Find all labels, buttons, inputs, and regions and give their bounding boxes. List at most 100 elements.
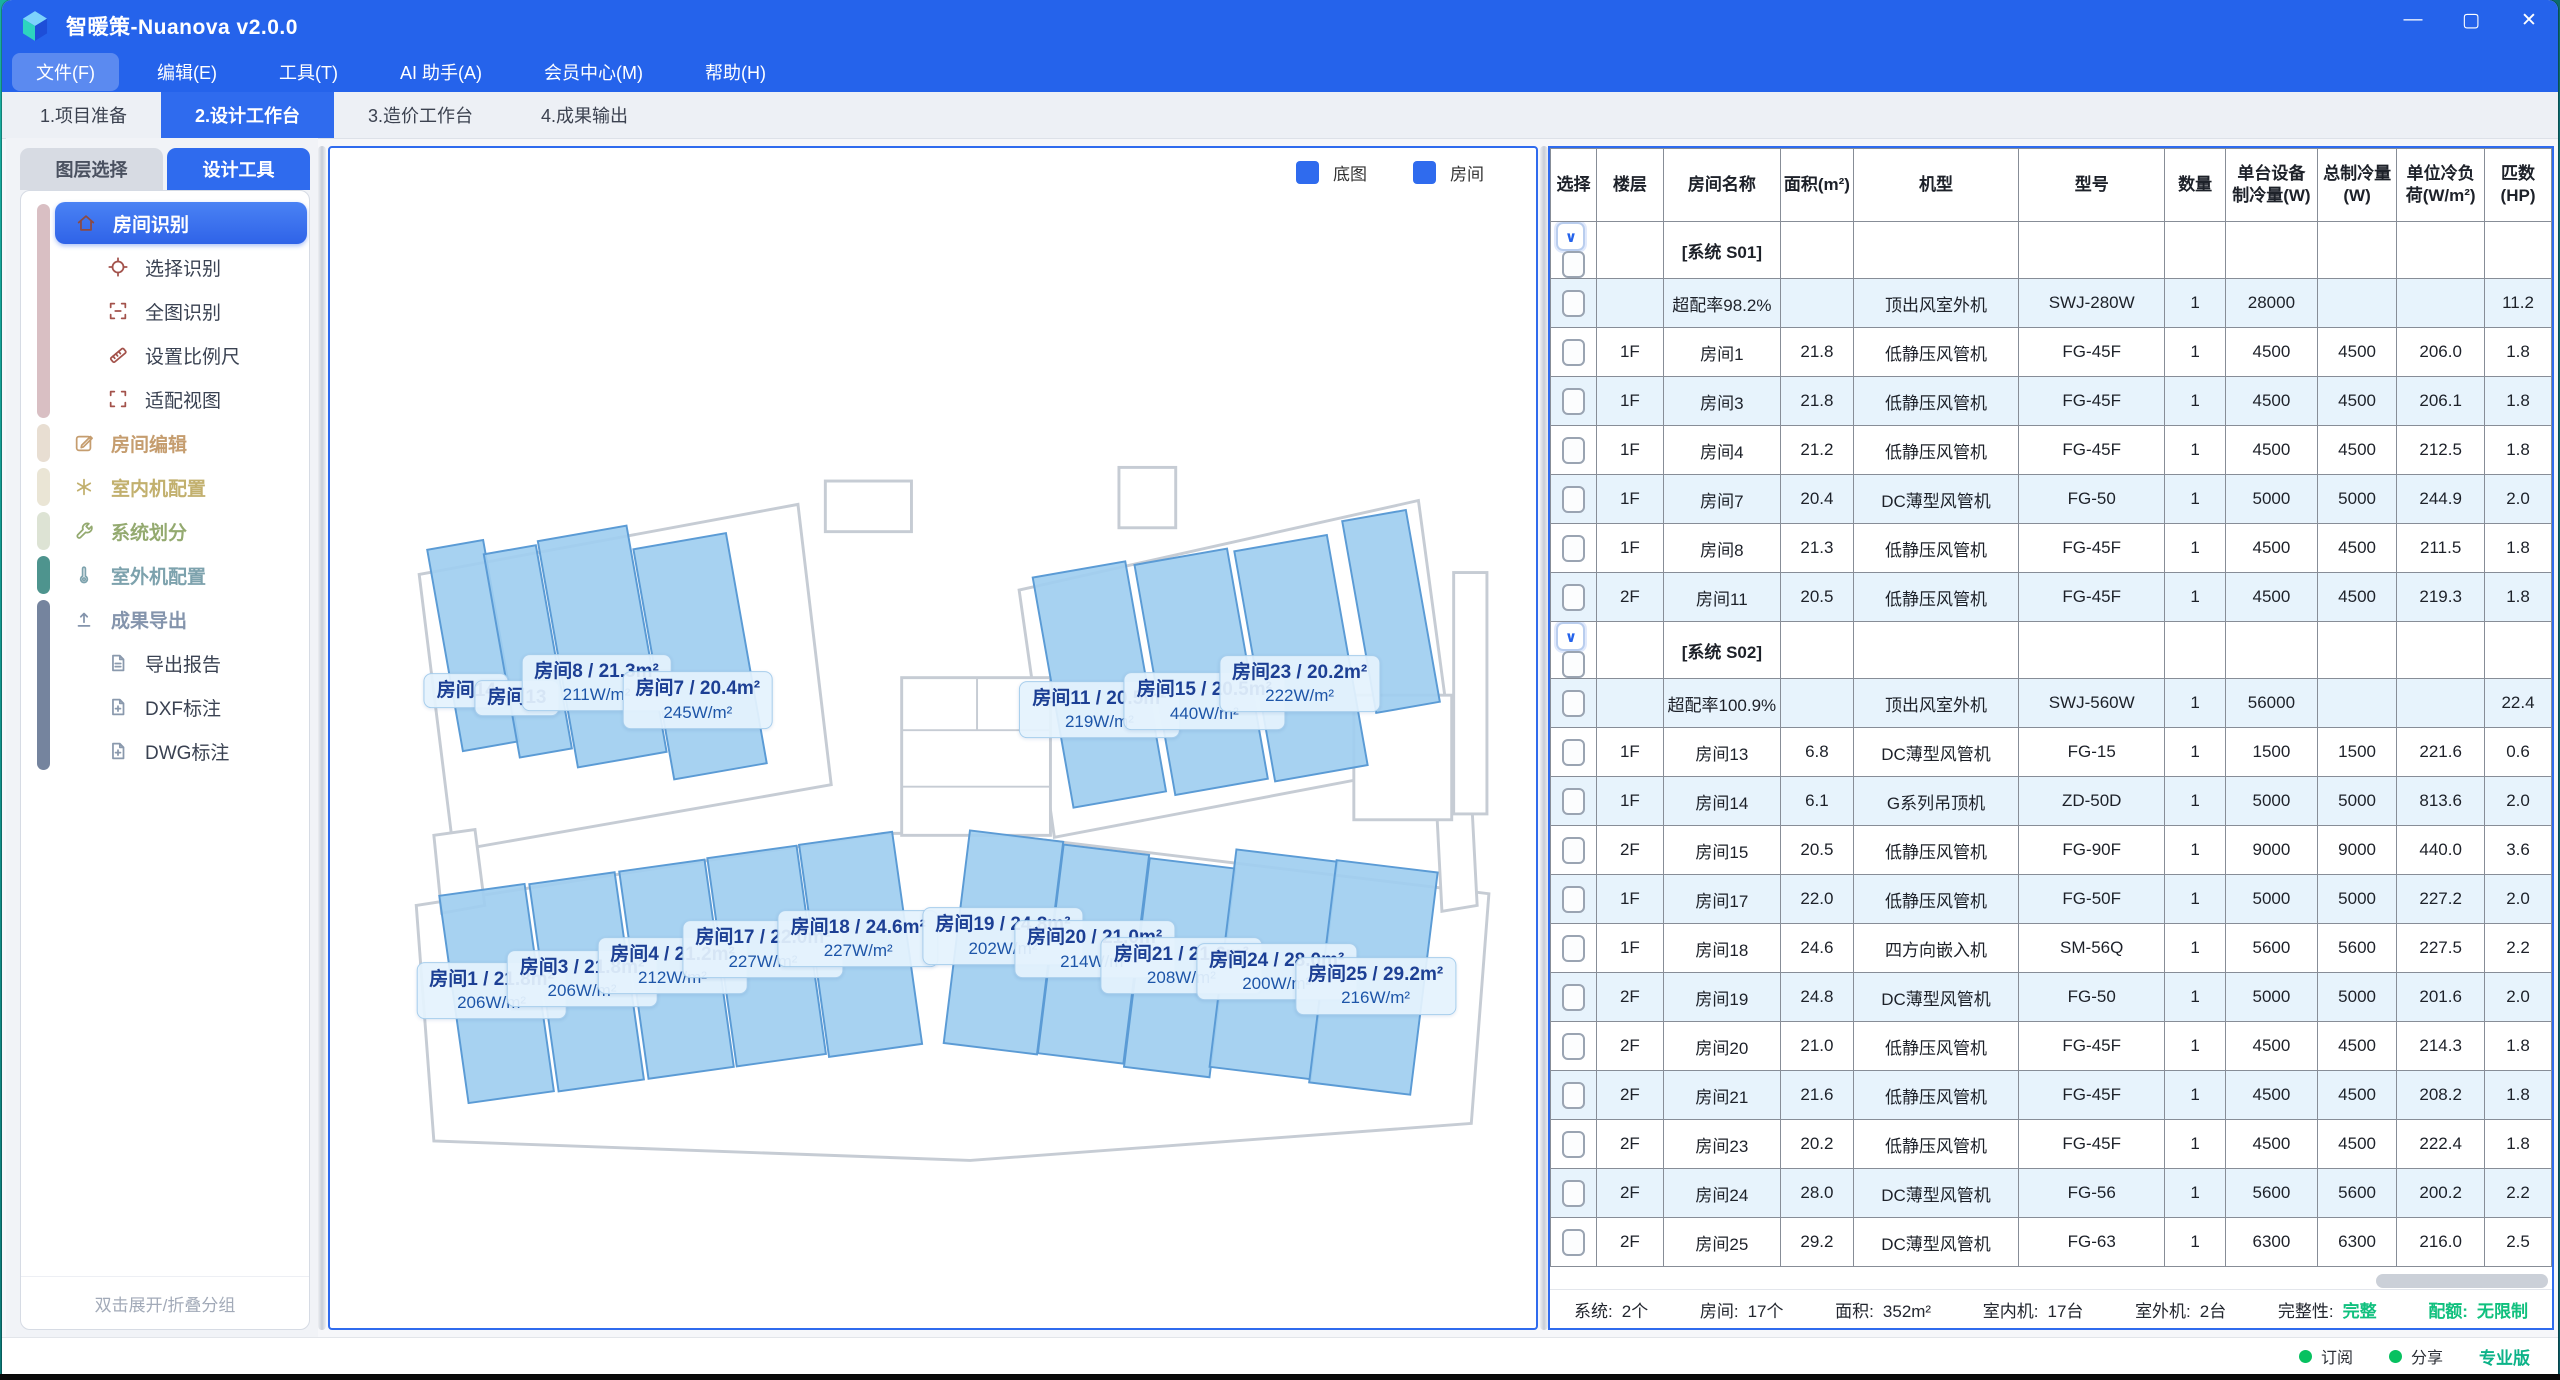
- cell-total: 6300: [2317, 1218, 2396, 1267]
- column-header-5: 机型: [1853, 149, 2018, 222]
- room-label-7[interactable]: 房间23 / 20.2m²222W/m²: [1219, 655, 1380, 713]
- cell-floor: [1596, 279, 1663, 328]
- row-checkbox[interactable]: [1562, 290, 1585, 317]
- cell-total: 5600: [2317, 924, 2396, 973]
- maximize-button[interactable]: ▢: [2442, 0, 2500, 40]
- row-checkbox[interactable]: [1562, 584, 1585, 611]
- cell-area: [1780, 279, 1853, 328]
- tool-item-5[interactable]: 适配视图: [21, 377, 309, 421]
- menu-item-2[interactable]: 编辑(E): [133, 53, 241, 91]
- cell-name: 房间13: [1663, 728, 1780, 777]
- summary-value: 2台: [2200, 1302, 2226, 1321]
- menu-item-4[interactable]: AI 助手(A): [376, 53, 506, 91]
- tool-label: 适配视图: [145, 386, 221, 413]
- tool-item-8[interactable]: 系统划分: [21, 509, 309, 553]
- splitter-right[interactable]: [1540, 146, 1548, 1330]
- row-checkbox[interactable]: [1562, 1033, 1585, 1060]
- tool-item-13[interactable]: DWG标注: [21, 729, 309, 773]
- equipment-row: 2F房间1120.5低静压风管机FG-45F145004500219.31.8: [1551, 573, 2552, 622]
- equipment-row: 2F房间2121.6低静压风管机FG-45F145004500208.21.8: [1551, 1071, 2552, 1120]
- row-checkbox[interactable]: [1562, 251, 1585, 278]
- select-cell: [1551, 1071, 1597, 1120]
- menu-item-3[interactable]: 工具(T): [255, 53, 362, 91]
- tool-item-4[interactable]: 设置比例尺: [21, 333, 309, 377]
- row-checkbox[interactable]: [1562, 651, 1585, 678]
- room-label-4[interactable]: 房间7 / 20.4m²245W/m²: [623, 671, 774, 729]
- row-checkbox[interactable]: [1562, 788, 1585, 815]
- workflow-tab-1[interactable]: 1.项目准备: [6, 92, 161, 138]
- room-load: 216W/m²: [1308, 988, 1443, 1010]
- menu-item-1[interactable]: 文件(F): [12, 53, 119, 91]
- row-checkbox[interactable]: [1562, 388, 1585, 415]
- close-button[interactable]: ✕: [2500, 0, 2558, 40]
- row-checkbox[interactable]: [1562, 1131, 1585, 1158]
- cell-total: 5000: [2317, 875, 2396, 924]
- tool-item-10[interactable]: 成果导出: [21, 597, 309, 641]
- tool-label: 全图识别: [145, 298, 221, 325]
- sidebar-tab-1[interactable]: 图层选择: [20, 148, 163, 190]
- row-checkbox[interactable]: [1562, 1229, 1585, 1256]
- room-label-12[interactable]: 房间18 / 24.6m²227W/m²: [778, 910, 939, 968]
- cell-unit: 4500: [2225, 1022, 2317, 1071]
- summary-item-3: 面积:352m²: [1835, 1297, 1931, 1322]
- taskbar-edge: [0, 1374, 2560, 1380]
- row-checkbox[interactable]: [1562, 690, 1585, 717]
- workflow-tab-3[interactable]: 3.造价工作台: [334, 92, 507, 138]
- tool-item-11[interactable]: 导出报告: [21, 641, 309, 685]
- tool-item-2[interactable]: 选择识别: [21, 245, 309, 289]
- menu-item-6[interactable]: 帮助(H): [681, 53, 790, 91]
- row-checkbox[interactable]: [1562, 886, 1585, 913]
- workflow-tabs: 1.项目准备2.设计工作台3.造价工作台4.成果输出: [2, 92, 2558, 139]
- cell-name: 房间15: [1663, 826, 1780, 875]
- tool-item-1[interactable]: 房间识别: [21, 201, 309, 245]
- drawing-canvas[interactable]: 房间14房间13房间8 / 21.3m²211W/m²房间7 / 20.4m²2…: [328, 146, 1538, 1330]
- legend-item-basemap[interactable]: 底图: [1296, 160, 1367, 185]
- row-checkbox[interactable]: [1562, 935, 1585, 962]
- minimize-button[interactable]: —: [2384, 0, 2442, 40]
- collapse-chevron-icon[interactable]: ∨: [1556, 622, 1585, 651]
- room-label-17[interactable]: 房间25 / 29.2m²216W/m²: [1295, 957, 1456, 1015]
- tool-item-3[interactable]: 全图识别: [21, 289, 309, 333]
- room-load: 222W/m²: [1232, 685, 1367, 707]
- cell-hp: 1.8: [2485, 1120, 2552, 1169]
- sidebar-tab-2[interactable]: 设计工具: [167, 148, 310, 190]
- row-checkbox[interactable]: [1562, 837, 1585, 864]
- cell-model: FG-90F: [2019, 826, 2165, 875]
- summary-bar: 系统:2个房间:17个面积:352m²室内机:17台室外机:2台完整性:完整配额…: [1550, 1289, 2552, 1328]
- legend-label: 房间: [1450, 160, 1484, 185]
- cell-model: SWJ-280W: [2019, 279, 2165, 328]
- cell-machine: 低静压风管机: [1853, 1120, 2018, 1169]
- tool-item-9[interactable]: 室外机配置: [21, 553, 309, 597]
- table-hscrollbar[interactable]: [2376, 1274, 2548, 1288]
- collapse-chevron-icon[interactable]: ∨: [1556, 222, 1585, 251]
- row-checkbox[interactable]: [1562, 339, 1585, 366]
- statusbar-subscribe[interactable]: 订阅: [2299, 1344, 2353, 1368]
- room-name: 房间18 / 24.6m²: [791, 915, 926, 941]
- menu-item-5[interactable]: 会员中心(M): [520, 53, 667, 91]
- row-checkbox[interactable]: [1562, 486, 1585, 513]
- equipment-row: 1F房间720.4DC薄型风管机FG-50150005000244.92.0: [1551, 475, 2552, 524]
- legend-item-room[interactable]: 房间: [1413, 160, 1484, 185]
- tool-item-12[interactable]: DXF标注: [21, 685, 309, 729]
- cell-qty: 1: [2165, 426, 2226, 475]
- row-checkbox[interactable]: [1562, 437, 1585, 464]
- tool-label: DWG标注: [145, 738, 229, 765]
- statusbar-share[interactable]: 分享: [2389, 1344, 2443, 1368]
- workflow-tab-4[interactable]: 4.成果输出: [507, 92, 662, 138]
- select-cell: [1551, 728, 1597, 777]
- row-checkbox[interactable]: [1562, 739, 1585, 766]
- tool-item-7[interactable]: 室内机配置: [21, 465, 309, 509]
- window-controls: —▢✕: [2384, 0, 2558, 52]
- cell-area: 6.1: [1780, 777, 1853, 826]
- statusbar-label: 分享: [2411, 1344, 2443, 1368]
- row-checkbox[interactable]: [1562, 535, 1585, 562]
- row-checkbox[interactable]: [1562, 1082, 1585, 1109]
- equipment-panel: 选择楼层房间名称面积(m²)机型型号数量单台设备制冷量(W)总制冷量(W)单位冷…: [1548, 146, 2554, 1330]
- splitter-left[interactable]: [318, 146, 326, 1330]
- row-checkbox[interactable]: [1562, 984, 1585, 1011]
- row-checkbox[interactable]: [1562, 1180, 1585, 1207]
- equipment-row: 2F房间2320.2低静压风管机FG-45F145004500222.41.8: [1551, 1120, 2552, 1169]
- cell-hp: 3.6: [2485, 826, 2552, 875]
- workflow-tab-2[interactable]: 2.设计工作台: [161, 92, 334, 138]
- tool-item-6[interactable]: 房间编辑: [21, 421, 309, 465]
